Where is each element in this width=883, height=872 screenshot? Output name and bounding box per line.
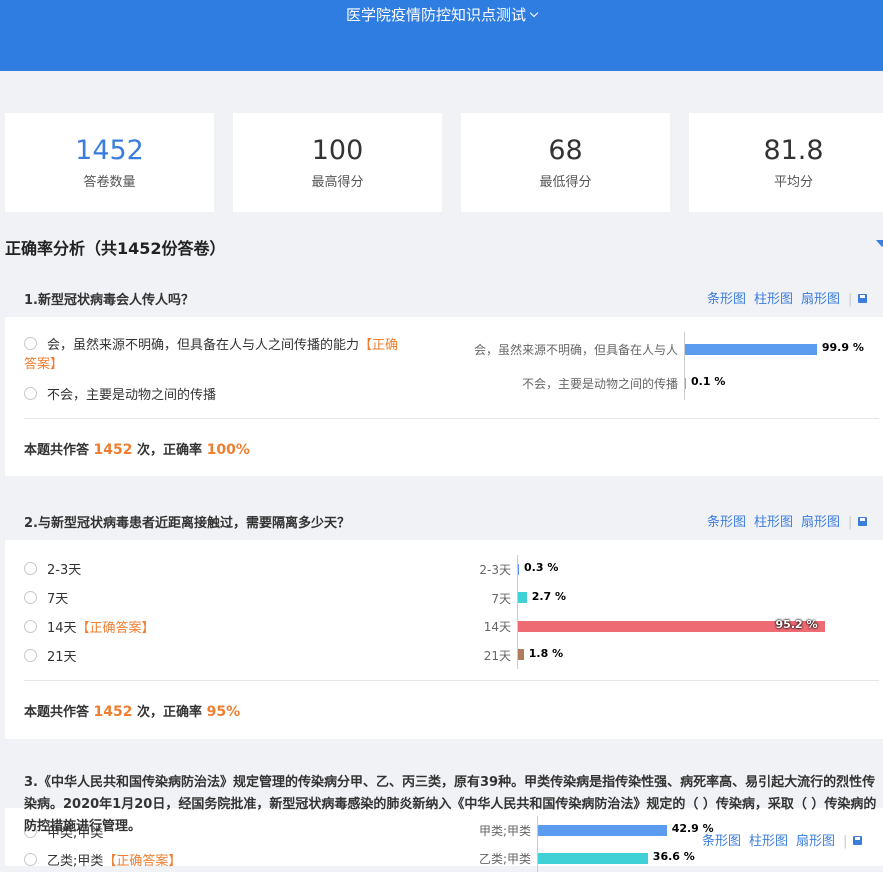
column-chart-link[interactable]: 柱形图: [754, 292, 793, 307]
correct-rate: 95%: [206, 704, 241, 720]
option-item: 14天【正确答案】: [24, 617, 155, 636]
question-header: 1.新型冠状病毒会人传人吗？ 条形图 柱形图 扇形图 |: [5, 277, 883, 317]
question-summary: 本题共作答 1452 次，正确率 100%: [24, 442, 250, 458]
question-header: 2.与新型冠状病毒患者近距离接触过，需要隔离多少天？ 条形图 柱形图 扇形图 |: [5, 500, 883, 540]
question-card: 2-3天 7天 14天【正确答案】 21天 2-3天 0.3 % 7天 2.7 % 14…: [5, 540, 883, 739]
radio-button[interactable]: [24, 620, 37, 633]
separator: |: [848, 292, 853, 307]
axis-tick-label: 2-3天: [479, 563, 511, 578]
option-label: 2-3天: [47, 563, 82, 578]
data-label: 95.2 %: [775, 618, 818, 632]
option-item: 不会，主要是动物之间的传播: [24, 384, 216, 403]
axis-tick-label: 不会，主要是动物之间的传播: [521, 377, 678, 391]
bar-chart-link[interactable]: 条形图: [707, 292, 746, 307]
stat-label: 平均分: [773, 175, 813, 190]
question-card: 会，虽然来源不明确，但具备在人与人之间传播的能力【正确 答案】 不会，主要是动物之…: [5, 317, 883, 476]
stat-card-avg-score: 81.8 平均分: [689, 113, 883, 212]
option-item: 乙类;甲类【正确答案】: [24, 850, 181, 869]
bar-chart-link[interactable]: 条形图: [707, 515, 746, 530]
chart-bar[interactable]: [538, 852, 648, 864]
stat-value: 81.8: [763, 135, 824, 166]
separator: |: [848, 515, 853, 530]
radio-button[interactable]: [24, 562, 37, 575]
chart-type-switcher: 条形图 柱形图 扇形图 |: [702, 830, 870, 849]
radio-button[interactable]: [24, 853, 37, 866]
stat-value: 100: [311, 135, 364, 166]
option-label: 不会，主要是动物之间的传播: [47, 388, 217, 403]
option-label: 会，虽然来源不明确，但具备在人与人之间传播的能力: [47, 338, 360, 353]
option-label: 21天: [47, 650, 77, 665]
data-label: 99.9 %: [821, 341, 864, 354]
axis-tick-label: 21天: [483, 648, 511, 663]
divider: [24, 680, 879, 681]
data-label: 1.8 %: [528, 646, 564, 660]
option-label: 14天: [47, 621, 77, 636]
data-label: 0.1 %: [691, 375, 726, 388]
correct-rate: 100%: [206, 442, 250, 458]
data-label: 36.6 %: [652, 850, 695, 863]
question-summary: 本题共作答 1452 次，正确率 95%: [24, 704, 241, 720]
option-label: 7天: [47, 592, 69, 607]
pie-chart-link[interactable]: 扇形图: [801, 292, 840, 307]
survey-title: 医学院疫情防控知识点测试: [345, 6, 526, 24]
filter-icon[interactable]: [876, 240, 883, 247]
survey-title-dropdown[interactable]: 医学院疫情防控知识点测试: [0, 4, 883, 25]
correct-answer-tag: 【正确答案】: [103, 854, 182, 869]
radio-button[interactable]: [24, 591, 37, 604]
data-label: 0.3 %: [524, 561, 559, 575]
stat-value: 1452: [75, 135, 144, 166]
chevron-down-icon: [529, 8, 539, 18]
question-title: 3.《中华人民共和国传染病防治法》规定管理的传染病分甲、乙、丙三类，原有39种。…: [24, 775, 877, 834]
data-label: 2.7 %: [531, 589, 567, 603]
chart-bar[interactable]: [685, 343, 817, 355]
correct-answer-tag: 【正确答案】: [76, 621, 155, 636]
stat-label: 最低得分: [539, 175, 592, 190]
axis-tick-label: 会，虽然来源不明确，但具备在人与人: [473, 343, 678, 357]
answer-count: 1452: [93, 442, 133, 458]
divider: [24, 418, 879, 419]
option-item: 21天: [24, 646, 77, 665]
option-item: 7天: [24, 588, 68, 607]
chart-bar[interactable]: [518, 563, 519, 575]
save-icon[interactable]: [858, 517, 868, 526]
pie-chart-link[interactable]: 扇形图: [796, 834, 835, 849]
stat-card-max-score: 100 最高得分: [233, 113, 442, 212]
radio-button[interactable]: [24, 337, 37, 350]
chart-type-switcher: 条形图 柱形图 扇形图 |: [707, 288, 875, 307]
axis-tick-label: 14天: [483, 620, 511, 635]
chart-bar[interactable]: [518, 649, 524, 661]
stat-label: 最高得分: [311, 175, 364, 190]
separator: |: [843, 834, 848, 849]
question-title: 2.与新型冠状病毒患者近距离接触过，需要隔离多少天？: [24, 516, 350, 531]
axis-tick-label: 乙类;甲类: [478, 852, 531, 866]
pie-chart-link[interactable]: 扇形图: [801, 515, 840, 530]
question-title: 1.新型冠状病毒会人传人吗？: [24, 293, 194, 308]
bar-chart-link[interactable]: 条形图: [702, 834, 741, 849]
column-chart-link[interactable]: 柱形图: [749, 834, 788, 849]
stat-value: 68: [548, 135, 583, 166]
chart-bar[interactable]: [518, 592, 527, 604]
column-chart-link[interactable]: 柱形图: [754, 515, 793, 530]
option-label: 乙类;甲类: [47, 854, 104, 869]
chart-axis: [684, 332, 685, 400]
chart-type-switcher: 条形图 柱形图 扇形图 |: [707, 511, 875, 530]
stat-card-responses: 1452 答卷数量: [5, 113, 214, 212]
option-item: 会，虽然来源不明确，但具备在人与人之间传播的能力【正确 答案】: [24, 336, 434, 374]
radio-button[interactable]: [24, 649, 37, 662]
option-item: 2-3天: [24, 559, 81, 578]
save-icon[interactable]: [853, 836, 863, 845]
stat-card-min-score: 68 最低得分: [461, 113, 670, 212]
chart-bar[interactable]: [685, 377, 686, 389]
section-title: 正确率分析（共1452份答卷）: [5, 239, 226, 258]
app-header: 医学院疫情防控知识点测试: [0, 0, 883, 71]
save-icon[interactable]: [858, 294, 868, 303]
radio-button[interactable]: [24, 387, 37, 400]
stat-label: 答卷数量: [83, 175, 136, 190]
axis-tick-label: 7天: [491, 591, 511, 606]
answer-count: 1452: [93, 704, 133, 720]
